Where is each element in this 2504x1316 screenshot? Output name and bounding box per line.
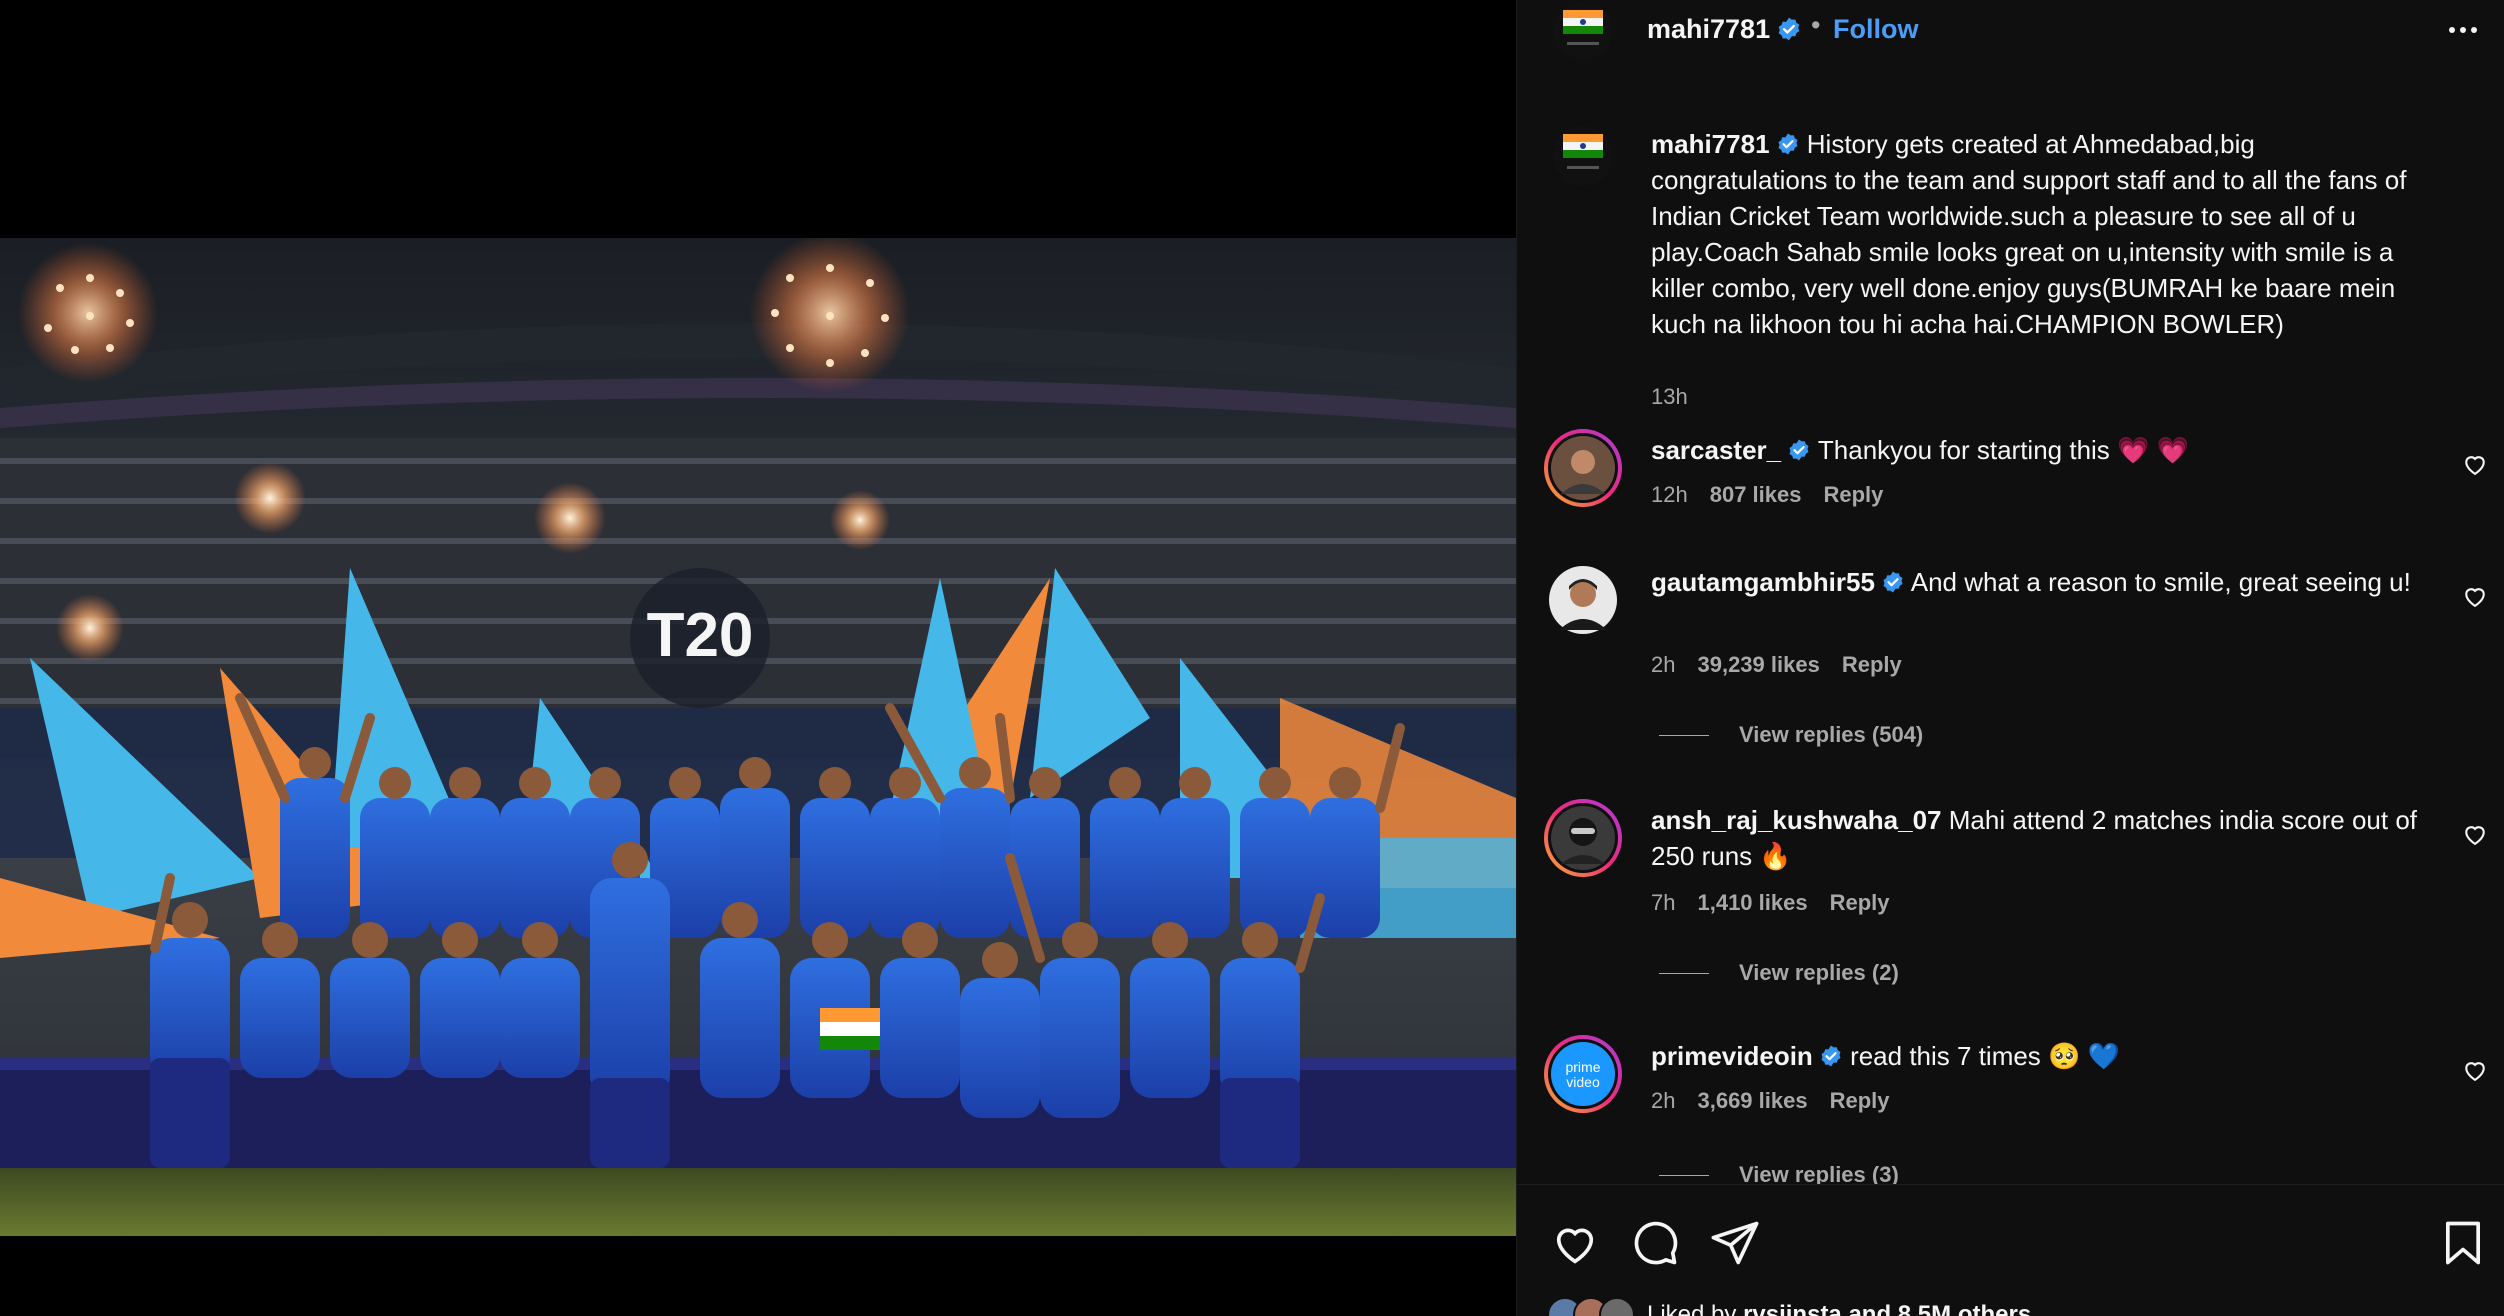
story-ring-avatar-image [1544,799,1622,877]
comment-time: 2h [1651,1088,1676,1113]
comment-text: Thankyou for starting this 💗 💗 [1817,435,2189,465]
comment-likes[interactable]: 807 likes [1710,482,1802,507]
liked-by-prefix: Liked by [1647,1301,1737,1316]
commenter-avatar[interactable]: prime video [1543,1034,1623,1114]
caption-username[interactable]: mahi7781 [1651,129,1770,159]
view-replies-button[interactable]: View replies (2) [1659,960,1899,986]
action-bar: Liked by rvsiinsta and 8.5M others [1517,1184,2504,1316]
media-pane: T20 [0,0,1516,1316]
view-replies-label[interactable]: View replies (2) [1739,960,1899,986]
flag-avatar-image [1553,2,1613,60]
comment-meta: 2h 39,239 likes Reply [1651,652,1924,678]
caption-text: History gets created at Ahmedabad,big co… [1651,129,2407,339]
replies-divider [1659,734,1709,736]
comment-meta: 12h 807 likes Reply [1651,482,1905,508]
prime-logo-line1: prime [1565,1059,1600,1075]
post-header: mahi7781 • Follow [1517,0,2504,62]
verified-badge-icon [1819,1044,1843,1068]
comment-time: 2h [1651,652,1676,677]
comment-text: read this 7 times 🥺 💙 [1850,1041,2121,1071]
comment-body: primevideoin read this 7 times 🥺 💙 [1651,1038,2431,1074]
comment-meta: 7h 1,410 likes Reply [1651,890,1912,916]
comment-item: gautamgambhir55 And what a reason to smi… [1517,560,2504,770]
like-comment-heart-icon[interactable] [2461,450,2489,478]
author-avatar[interactable] [1553,2,1613,60]
comment-time: 12h [1651,482,1688,507]
story-ring-avatar-image [1544,429,1622,507]
bookmark-icon[interactable] [2437,1217,2489,1269]
commenter-avatar[interactable] [1543,560,1623,640]
comment-likes[interactable]: 3,669 likes [1697,1088,1807,1113]
comment-username[interactable]: ansh_raj_kushwaha_07 [1651,805,1942,835]
prime-video-avatar-image: prime video [1544,1035,1622,1113]
view-replies-button[interactable]: View replies (3) [1659,1162,1899,1184]
comment-username[interactable]: gautamgambhir55 [1651,567,1875,597]
verified-badge-icon [1776,16,1802,42]
heart-icon[interactable] [1549,1217,1601,1269]
like-comment-heart-icon[interactable] [2461,1056,2489,1084]
comment-likes[interactable]: 39,239 likes [1697,652,1819,677]
comment-body: gautamgambhir55 And what a reason to smi… [1651,564,2431,600]
reply-button[interactable]: Reply [1823,482,1883,507]
comment-time: 7h [1651,890,1676,915]
like-comment-heart-icon[interactable] [2461,820,2489,848]
comment-item: prime video primevideoin read this 7 tim… [1517,1034,2504,1184]
replies-divider [1659,972,1709,974]
comment-icon[interactable] [1629,1217,1681,1269]
caption-body: mahi7781 History gets created at Ahmedab… [1651,126,2431,342]
post-photo[interactable]: T20 [0,238,1516,1236]
liked-by-row[interactable]: Liked by rvsiinsta and 8.5M others [1547,1295,2031,1316]
caption-item: mahi7781 History gets created at Ahmedab… [1517,126,2504,409]
comment-item: sarcaster_ Thankyou for starting this 💗 … [1517,428,2504,528]
liked-by-others[interactable]: and 8.5M others [1848,1301,2031,1316]
comment-likes[interactable]: 1,410 likes [1697,890,1807,915]
comment-body: ansh_raj_kushwaha_07 Mahi attend 2 match… [1651,802,2431,874]
replies-divider [1659,1174,1709,1176]
view-replies-button[interactable]: View replies (504) [1659,722,1923,748]
verified-badge-icon [1776,132,1800,156]
comments-list[interactable]: mahi7781 History gets created at Ahmedab… [1517,100,2504,1184]
instagram-post-modal: T20 mahi7781 • Follow mahi7781 History g… [0,0,2504,1316]
caption-avatar[interactable] [1553,126,1613,186]
share-icon[interactable] [1709,1217,1761,1269]
prime-logo-line2: video [1566,1074,1600,1090]
view-replies-label[interactable]: View replies (504) [1739,722,1923,748]
author-username[interactable]: mahi7781 [1647,14,1802,45]
comment-text: And what a reason to smile, great seeing… [1910,567,2411,597]
more-horizontal-icon[interactable] [2445,16,2481,44]
header-separator: • [1811,10,1821,40]
author-username-text[interactable]: mahi7781 [1647,14,1770,44]
comment-username[interactable]: primevideoin [1651,1041,1813,1071]
reply-button[interactable]: Reply [1830,1088,1890,1113]
liked-by-user[interactable]: rvsiinsta [1743,1301,1842,1316]
post-details-panel: mahi7781 • Follow mahi7781 History gets … [1516,0,2504,1316]
reply-button[interactable]: Reply [1830,890,1890,915]
liker-avatar [1599,1297,1635,1316]
comment-body: sarcaster_ Thankyou for starting this 💗 … [1651,432,2431,468]
svg-text:T20: T20 [647,601,754,670]
comment-meta: 2h 3,669 likes Reply [1651,1088,1912,1114]
view-replies-label[interactable]: View replies (3) [1739,1162,1899,1184]
commenter-avatar[interactable] [1543,428,1623,508]
profile-photo-avatar-image [1549,566,1617,634]
comment-username[interactable]: sarcaster_ [1651,435,1781,465]
reply-button[interactable]: Reply [1842,652,1902,677]
caption-meta: 13h [1651,384,1710,410]
liked-by-text[interactable]: Liked by rvsiinsta and 8.5M others [1647,1301,2031,1316]
follow-button[interactable]: Follow [1833,14,1918,45]
caption-time: 13h [1651,384,1688,409]
team-celebration-image: T20 [0,238,1516,1236]
commenter-avatar[interactable] [1543,798,1623,878]
verified-badge-icon [1881,570,1905,594]
verified-badge-icon [1787,438,1811,462]
comment-item: ansh_raj_kushwaha_07 Mahi attend 2 match… [1517,798,2504,1008]
like-comment-heart-icon[interactable] [2461,582,2489,610]
flag-avatar-image [1553,126,1613,186]
